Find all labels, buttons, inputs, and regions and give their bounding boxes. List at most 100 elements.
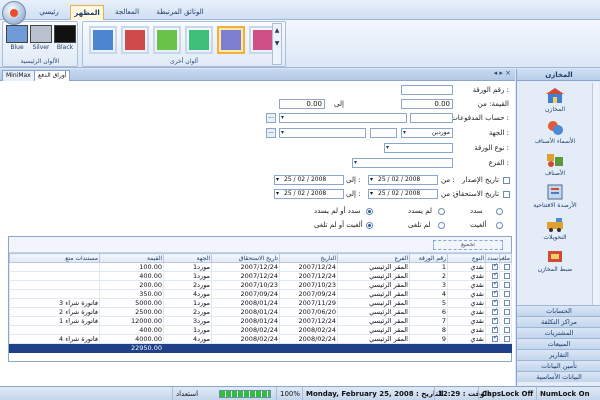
paid-checkbox[interactable] (492, 327, 498, 333)
table-row[interactable]: نقدي6المقر الرئيسي2007/06/202008/01/24مو… (9, 307, 512, 317)
application-menu-button[interactable] (2, 1, 26, 25)
column-header-branch[interactable]: الفرع (337, 253, 410, 263)
paid-checkbox[interactable] (492, 264, 498, 270)
issue-date-to-picker[interactable]: 25 / 02 / 2008 (274, 175, 344, 185)
due-date-checkbox[interactable] (503, 191, 510, 198)
cancelled-checkbox[interactable] (504, 309, 510, 315)
party-browse-button[interactable]: ... (266, 128, 276, 138)
tab-appearance[interactable]: المظهر (70, 5, 104, 20)
status-capslock: CapsLock Off (478, 387, 536, 400)
cancelled-or-not-radio[interactable] (366, 222, 373, 229)
tab-minimax[interactable]: MiniMax (2, 70, 35, 81)
nav-section-master-data[interactable]: البيانات الأساسية (517, 371, 600, 382)
nav-scrollbar[interactable] (592, 83, 599, 305)
table-row[interactable]: نقدي9المقر الرئيسي2008/02/242008/02/24مو… (9, 334, 512, 344)
cell-checkbox (499, 307, 512, 317)
nav-section-sales[interactable]: المبيعات (517, 338, 600, 349)
paid-checkbox[interactable] (492, 282, 498, 288)
table-row[interactable]: نقدي8المقر الرئيسي2008/02/242008/02/24مو… (9, 325, 512, 335)
paid-checkbox[interactable] (492, 291, 498, 297)
theme-swatch-teal[interactable] (185, 26, 213, 54)
gallery-scroll[interactable]: ▲ ▼ (272, 23, 282, 65)
payments-account-browse-button[interactable]: ... (266, 113, 276, 123)
nav-section-cost-centers[interactable]: مراكز التكلفة (517, 316, 600, 327)
cancelled-checkbox[interactable] (504, 336, 510, 342)
total-cell (9, 343, 100, 353)
nav-item-warehouses[interactable]: المخازن (517, 87, 593, 119)
tab-home[interactable]: رئيسي (30, 5, 68, 20)
nav-item-items[interactable]: الأصناف (517, 151, 593, 183)
due-date-to-label: إلى : (346, 190, 361, 198)
column-header-related-docs[interactable]: مستندات متع (9, 253, 100, 263)
nav-section-accounts[interactable]: الحسابات (517, 305, 600, 316)
cancelled-checkbox[interactable] (504, 291, 510, 297)
cancelled-checkbox[interactable] (504, 264, 510, 270)
paid-checkbox[interactable] (492, 318, 498, 324)
cancelled-checkbox[interactable] (504, 282, 510, 288)
cancelled-checkbox[interactable] (504, 318, 510, 324)
cancelled-checkbox[interactable] (504, 300, 510, 306)
theme-swatch-purple[interactable] (217, 26, 245, 54)
payments-account-select[interactable] (279, 113, 407, 123)
column-header-type[interactable]: النوع (447, 253, 486, 263)
theme-swatch-green[interactable] (153, 26, 181, 54)
table-row[interactable]: نقدي5المقر الرئيسي2007/11/292008/01/24مو… (9, 298, 512, 308)
column-header-cancelled[interactable]: ملغي (499, 253, 512, 263)
paid-checkbox[interactable] (492, 309, 498, 315)
table-row[interactable]: نقدي2المقر الرئيسي2007/12/242007/12/24مو… (9, 271, 512, 281)
party-code-input[interactable] (370, 128, 397, 138)
silver-theme-swatch[interactable] (30, 25, 52, 43)
theme-swatch-blue[interactable] (89, 26, 117, 54)
cancelled-checkbox[interactable] (504, 273, 510, 279)
table-row[interactable]: نقدي1المقر الرئيسي2007/12/242007/12/24مو… (9, 262, 512, 272)
cancelled-radio[interactable] (496, 222, 503, 229)
tab-payment-papers[interactable]: أوراق الدفع (34, 70, 71, 81)
not-cancelled-radio[interactable] (438, 222, 445, 229)
party-type-select[interactable]: موردين (401, 128, 453, 138)
cancelled-checkbox[interactable] (504, 327, 510, 333)
payments-account-code-input[interactable] (410, 113, 453, 123)
paid-checkbox[interactable] (492, 300, 498, 306)
nav-item-transfers[interactable]: التحويلات (517, 215, 593, 247)
unpaid-radio[interactable] (438, 208, 445, 215)
paid-radio[interactable] (496, 208, 503, 215)
column-header-doc-number[interactable]: رقم الورقة (409, 253, 448, 263)
document-window-controls[interactable]: ◂ ▸ × (494, 69, 511, 77)
paid-checkbox[interactable] (492, 336, 498, 342)
tab-processing[interactable]: المعالجة (108, 5, 146, 20)
theme-swatch-red[interactable] (121, 26, 149, 54)
gallery-scroll-down-icon[interactable]: ▼ (273, 37, 281, 50)
tab-related-documents[interactable]: الوثائق المرتبطة (150, 5, 210, 20)
column-header-party[interactable]: الجهة (163, 253, 212, 263)
black-theme-swatch[interactable] (54, 25, 76, 43)
nav-item-item-names[interactable]: الأسماء الأصناف (517, 119, 593, 151)
nav-section-data-security[interactable]: تأمين البيانات (517, 360, 600, 371)
issue-date-from-picker[interactable]: 25 / 02 / 2008 (368, 175, 438, 185)
issue-date-checkbox[interactable] (503, 177, 510, 184)
table-row[interactable]: نقدي4المقر الرئيسي2007/09/242007/09/24مو… (9, 289, 512, 299)
nav-item-stock-adjust[interactable]: ضبط المخازن (517, 247, 593, 279)
doc-type-select[interactable] (384, 143, 453, 153)
column-header-paid[interactable]: سدد (485, 253, 500, 263)
due-date-to-picker[interactable]: 25 / 02 / 2008 (274, 189, 344, 199)
table-row[interactable]: نقدي7المقر الرئيسي2007/12/242008/01/24مو… (9, 316, 512, 326)
paid-checkbox[interactable] (492, 273, 498, 279)
amount-from-input[interactable]: 0.00 (401, 99, 453, 109)
paid-or-unpaid-radio[interactable] (366, 208, 373, 215)
amount-to-input[interactable]: 0.00 (279, 99, 325, 109)
nav-section-reports[interactable]: التقارير (517, 349, 600, 360)
nav-section-purchases[interactable]: المشتريات (517, 327, 600, 338)
column-header-due-date[interactable]: تاريخ الاستحقاق (211, 253, 280, 263)
other-colors-group-label: ألوان أخرى (170, 58, 198, 65)
doc-number-input[interactable] (401, 85, 453, 95)
blue-theme-swatch[interactable] (6, 25, 28, 43)
party-name-select[interactable] (279, 128, 366, 138)
nav-item-opening-balances[interactable]: الأرصدة الافتتاحية (517, 183, 593, 215)
branch-select[interactable] (352, 158, 453, 168)
due-date-from-picker[interactable]: 25 / 02 / 2008 (368, 189, 438, 199)
group-by-box[interactable]: تجميع (433, 240, 503, 250)
column-header-amount[interactable]: القيمة (99, 253, 164, 263)
table-row[interactable]: نقدي3المقر الرئيسي2007/10/232007/10/23مو… (9, 280, 512, 290)
gallery-scroll-up-icon[interactable]: ▲ (273, 24, 281, 37)
column-header-date[interactable]: التاريخ (279, 253, 338, 263)
